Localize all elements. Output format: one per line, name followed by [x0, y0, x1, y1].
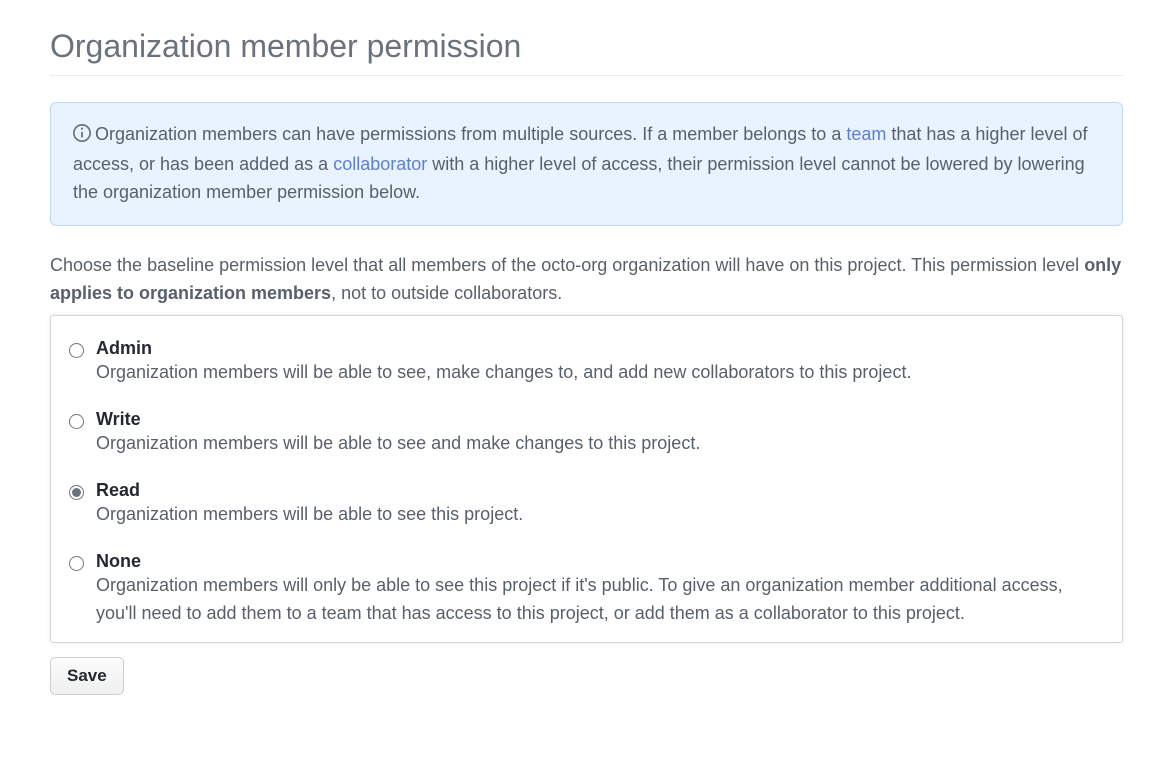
option-read-desc: Organization members will be able to see… [96, 504, 523, 524]
title-divider [50, 75, 1123, 76]
info-flash: Organization members can have permission… [50, 102, 1123, 226]
permission-options-box: Admin Organization members will be able … [50, 315, 1123, 642]
radio-admin[interactable] [69, 343, 84, 358]
intro-pre: Choose the baseline permission level tha… [50, 255, 1084, 275]
option-read-title: Read [96, 480, 1104, 501]
option-write-desc: Organization members will be able to see… [96, 433, 700, 453]
option-none-title: None [96, 551, 1104, 572]
radio-none[interactable] [69, 556, 84, 571]
radio-write[interactable] [69, 414, 84, 429]
option-write-title: Write [96, 409, 1104, 430]
option-write[interactable]: Write Organization members will be able … [69, 405, 1104, 476]
collaborator-link[interactable]: collaborator [333, 154, 427, 174]
intro-text: Choose the baseline permission level tha… [50, 252, 1123, 308]
option-admin-desc: Organization members will be able to see… [96, 362, 911, 382]
page-title: Organization member permission [50, 28, 1123, 75]
team-link[interactable]: team [846, 124, 886, 144]
flash-text-pre: Organization members can have permission… [95, 124, 846, 144]
option-read[interactable]: Read Organization members will be able t… [69, 476, 1104, 547]
info-icon [73, 123, 91, 151]
option-none[interactable]: None Organization members will only be a… [69, 547, 1104, 628]
option-none-desc: Organization members will only be able t… [96, 575, 1063, 623]
save-button[interactable]: Save [50, 657, 124, 695]
intro-post: , not to outside collaborators. [331, 283, 562, 303]
option-admin[interactable]: Admin Organization members will be able … [69, 334, 1104, 405]
option-admin-title: Admin [96, 338, 1104, 359]
radio-read[interactable] [69, 485, 84, 500]
